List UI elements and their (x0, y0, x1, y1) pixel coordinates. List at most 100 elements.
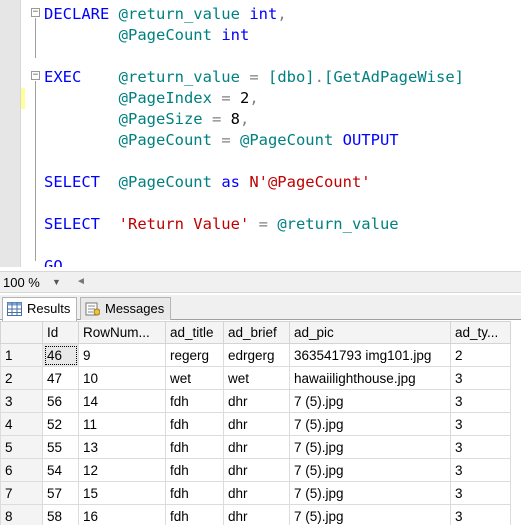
table-cell[interactable]: 3 (450, 366, 511, 390)
collapse-exec-icon[interactable]: − (31, 71, 40, 80)
table-cell[interactable]: dhr (223, 412, 290, 436)
row-number[interactable]: 5 (0, 435, 43, 459)
table-cell[interactable]: 7 (5).jpg (289, 412, 451, 436)
table-row[interactable]: 6 54 12 fdh dhr 7 (5).jpg 3 (0, 458, 511, 482)
tab-messages[interactable]: Messages (80, 297, 172, 320)
column-header[interactable]: RowNum... (78, 321, 166, 344)
row-number[interactable]: 4 (0, 412, 43, 436)
table-cell[interactable]: 13 (78, 435, 166, 459)
table-cell[interactable]: 3 (450, 389, 511, 413)
table-cell[interactable]: 3 (450, 435, 511, 459)
row-number[interactable]: 7 (0, 481, 43, 505)
table-cell[interactable]: hawaiilighthouse.jpg (289, 366, 451, 390)
table-cell[interactable]: 52 (42, 412, 79, 436)
table-cell[interactable]: 46 (42, 343, 79, 367)
table-cell[interactable]: dhr (223, 504, 290, 525)
corner-header[interactable] (0, 321, 43, 344)
code-token: = (249, 68, 268, 86)
table-cell[interactable]: 11 (78, 412, 166, 436)
table-cell[interactable]: dhr (223, 481, 290, 505)
code-line[interactable]: EXEC @return_value = [dbo].[GetAdPageWis… (44, 67, 464, 88)
code-token: 'Return Value' (118, 215, 259, 233)
table-cell[interactable]: dhr (223, 389, 290, 413)
table-cell[interactable]: 58 (42, 504, 79, 525)
query-editor[interactable]: − − DECLARE @return_value int, @PageCoun… (0, 0, 521, 267)
table-cell[interactable]: 12 (78, 458, 166, 482)
code-line[interactable]: DECLARE @return_value int, (44, 4, 287, 25)
table-row[interactable]: 8 58 16 fdh dhr 7 (5).jpg 3 (0, 504, 511, 525)
chevron-down-icon[interactable]: ▼ (52, 277, 61, 287)
table-cell[interactable]: 55 (42, 435, 79, 459)
code-line[interactable]: GO (44, 256, 63, 267)
row-number[interactable]: 2 (0, 366, 43, 390)
code-token: @PageIndex (118, 89, 222, 107)
table-cell[interactable]: dhr (223, 435, 290, 459)
code-token: int (249, 5, 278, 23)
table-cell[interactable]: 15 (78, 481, 166, 505)
table-cell[interactable]: fdh (165, 412, 224, 436)
table-cell[interactable]: fdh (165, 389, 224, 413)
table-cell[interactable]: 3 (450, 504, 511, 525)
code-token: @return_value (118, 5, 250, 23)
table-cell[interactable]: 7 (5).jpg (289, 435, 451, 459)
table-cell[interactable]: dhr (223, 458, 290, 482)
row-number[interactable]: 3 (0, 389, 43, 413)
table-row[interactable]: 3 56 14 fdh dhr 7 (5).jpg 3 (0, 389, 511, 413)
collapse-declare-icon[interactable]: − (31, 8, 40, 17)
table-cell[interactable]: 14 (78, 389, 166, 413)
table-cell[interactable]: 363541793 img101.jpg (289, 343, 451, 367)
table-row[interactable]: 4 52 11 fdh dhr 7 (5).jpg 3 (0, 412, 511, 436)
code-line[interactable]: @PageCount = @PageCount OUTPUT (44, 130, 399, 151)
table-cell[interactable]: 7 (5).jpg (289, 389, 451, 413)
code-token: @PageCount (239, 131, 343, 149)
row-number[interactable]: 8 (0, 504, 43, 525)
results-grid[interactable]: Id RowNum... ad_title ad_brief ad_pic ad_ty..… (0, 321, 521, 525)
table-cell[interactable]: edrgerg (223, 343, 290, 367)
code-line[interactable]: @PageIndex = 2, (44, 88, 259, 109)
table-cell[interactable]: wet (223, 366, 290, 390)
code-line[interactable]: SELECT 'Return Value' = @return_value (44, 214, 399, 235)
table-cell[interactable]: 47 (42, 366, 79, 390)
table-row[interactable]: 5 55 13 fdh dhr 7 (5).jpg 3 (0, 435, 511, 459)
table-cell[interactable]: 9 (78, 343, 166, 367)
code-token: GO (44, 257, 63, 267)
column-header[interactable]: ad_brief (223, 321, 290, 344)
column-header[interactable]: ad_pic (289, 321, 451, 344)
column-header[interactable]: ad_title (165, 321, 224, 344)
column-header[interactable]: ad_ty... (450, 321, 511, 344)
table-cell[interactable]: 7 (5).jpg (289, 504, 451, 525)
tab-results[interactable]: Results (2, 297, 78, 321)
table-cell[interactable]: wet (165, 366, 224, 390)
table-row[interactable]: 2 47 10 wet wet hawaiilighthouse.jpg 3 (0, 366, 511, 390)
table-cell[interactable]: 7 (5).jpg (289, 481, 451, 505)
table-row[interactable]: 1 46 9 regerg edrgerg 363541793 img101.jpg 2 (0, 343, 511, 367)
table-cell[interactable]: 2 (450, 343, 511, 367)
results-tab-strip: Results Messages (0, 295, 521, 321)
table-row[interactable]: 7 57 15 fdh dhr 7 (5).jpg 3 (0, 481, 511, 505)
table-cell[interactable]: 16 (78, 504, 166, 525)
table-cell[interactable]: 10 (78, 366, 166, 390)
code-line[interactable]: SELECT @PageCount as N'@PageCount' (44, 172, 371, 193)
table-cell[interactable]: 56 (42, 389, 79, 413)
code-token: [dbo] (267, 68, 315, 86)
row-number[interactable]: 6 (0, 458, 43, 482)
outline-line (35, 81, 36, 261)
code-line[interactable]: @PageSize = 8, (44, 109, 250, 130)
table-cell[interactable]: fdh (165, 504, 224, 525)
code-line[interactable]: @PageCount int (44, 25, 250, 46)
column-header[interactable]: Id (42, 321, 79, 344)
table-cell[interactable]: fdh (165, 435, 224, 459)
table-cell[interactable]: regerg (165, 343, 224, 367)
table-cell[interactable]: 57 (42, 481, 79, 505)
scroll-left-icon[interactable]: ◄ (76, 276, 86, 287)
table-cell[interactable]: fdh (165, 458, 224, 482)
table-cell[interactable]: 7 (5).jpg (289, 458, 451, 482)
table-cell[interactable]: 3 (450, 481, 511, 505)
table-cell[interactable]: 54 (42, 458, 79, 482)
table-cell[interactable]: 3 (450, 412, 511, 436)
row-number[interactable]: 1 (0, 343, 43, 367)
code-token: @PageCount (118, 131, 222, 149)
table-cell[interactable]: fdh (165, 481, 224, 505)
table-cell[interactable]: 3 (450, 458, 511, 482)
